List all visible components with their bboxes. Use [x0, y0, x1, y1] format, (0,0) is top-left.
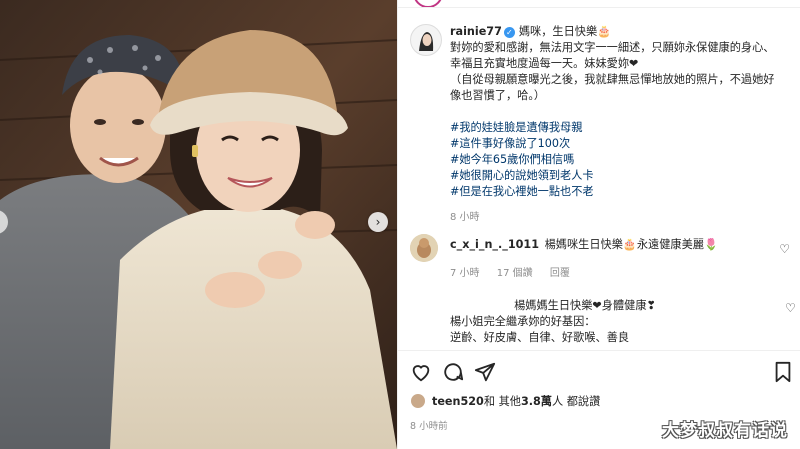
comment-text: 楊小姐完全繼承妳的好基因：: [450, 315, 596, 328]
avatar[interactable]: [410, 24, 442, 56]
post-photo[interactable]: ›: [0, 0, 397, 449]
likes-count[interactable]: 3.8萬: [521, 393, 552, 409]
avatar[interactable]: [410, 234, 438, 262]
caption-line: （自從母親願意曝光之後，我就肆無忌憚地放她的照片，不過她好: [450, 73, 775, 86]
likes-middle: 和 其他: [483, 395, 521, 408]
heart-icon[interactable]: ♡: [779, 242, 790, 256]
likes-summary[interactable]: teen520 和 其他 3.8萬 人 都說讚: [410, 393, 600, 409]
caption-text: 媽咪，生日快樂🎂: [518, 25, 612, 38]
comment-meta: 7 小時 17 個讚 回覆: [450, 264, 780, 279]
post-detail-panel: rainie77 ✓ 媽咪，生日快樂🎂 對妳的愛和感謝，無法用文字一一細述，只願妳永…: [397, 0, 800, 449]
likes-user[interactable]: teen520: [432, 395, 484, 408]
avatar: [410, 393, 426, 409]
comment-text: 楊媽咪生日快樂🎂永遠健康美麗🌷: [544, 238, 718, 251]
post-timestamp: 8 小時前: [410, 421, 448, 432]
reply-button[interactable]: 回覆: [550, 268, 570, 279]
hashtag-link[interactable]: #但是在我心裡她一點也不老: [450, 184, 798, 200]
caption-line: 幸福且充實地度過每一天。妹妹愛妳❤: [450, 57, 639, 70]
comment-likes[interactable]: 17 個讚: [497, 268, 533, 279]
heart-icon[interactable]: [410, 361, 432, 383]
heart-icon[interactable]: ♡: [785, 301, 796, 315]
bookmark-icon[interactable]: [772, 361, 794, 383]
caption-line: 像也習慣了，哈。）: [450, 89, 546, 102]
comment-item: 楊媽媽生日快樂❤身體健康❣ 楊小姐完全繼承妳的好基因： 逆齡、好皮膚、自律、好歌…: [450, 298, 780, 346]
send-icon[interactable]: [474, 361, 496, 383]
caption-body: rainie77 ✓ 媽咪，生日快樂🎂 對妳的愛和感謝，無法用文字一一細述，只願妳永…: [450, 24, 798, 226]
chevron-right-icon[interactable]: ›: [368, 212, 388, 232]
comment-body: c_x_i_n_._1011 楊媽咪生日快樂🎂永遠健康美麗🌷 7 小時 17 個…: [450, 236, 780, 279]
comment-text: 逆齡、好皮膚、自律、好歌喉、善良: [450, 331, 630, 344]
hashtag-link[interactable]: #我的娃娃臉是遺傳我母親: [450, 120, 798, 136]
top-strip: [398, 0, 800, 8]
comment-icon[interactable]: [442, 361, 464, 383]
comment-username[interactable]: c_x_i_n_._1011: [450, 238, 539, 251]
watermark: 大梦叔叔有话说: [662, 421, 788, 441]
likes-suffix: 人 都說讚: [551, 395, 601, 408]
divider: [398, 7, 800, 8]
verified-icon: ✓: [503, 26, 515, 38]
caption-time: 8 小時: [450, 212, 480, 223]
action-bar: [398, 350, 800, 391]
comment-time: 7 小時: [450, 268, 480, 279]
hashtag-link[interactable]: #這件事好像說了100次: [450, 136, 798, 152]
caption-line: rainie77 ✓ 媽咪，生日快樂🎂: [450, 24, 798, 40]
hashtag-link[interactable]: #她很開心的說她領到老人卡: [450, 168, 798, 184]
photo-illustration: [0, 0, 397, 449]
hashtag-link[interactable]: #她今年65歲你們相信嗎: [450, 152, 798, 168]
caption-username[interactable]: rainie77: [450, 25, 502, 38]
caption-line: 對妳的愛和感謝，無法用文字一一細述，只願妳永保健康的身心、: [450, 41, 775, 54]
comment-text: 楊媽媽生日快樂❤身體健康❣: [514, 299, 656, 312]
